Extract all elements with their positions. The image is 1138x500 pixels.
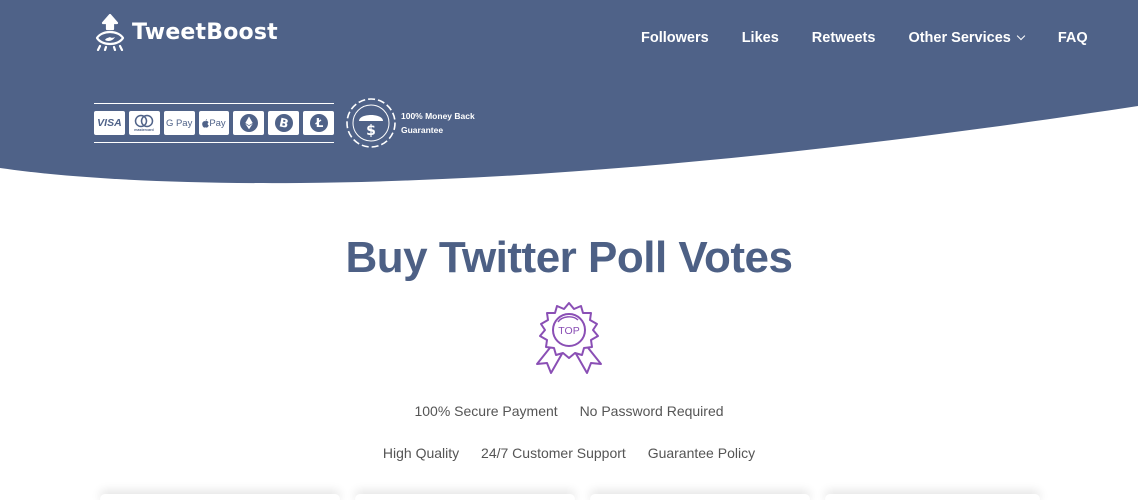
guarantee-line-1: 100% Money Back [401, 111, 475, 121]
nav-item-likes[interactable]: Likes [742, 30, 779, 46]
nav-item-other-services[interactable]: Other Services [908, 30, 1026, 46]
svg-text:Ł: Ł [314, 116, 323, 130]
feature-high-quality: High Quality [382, 445, 460, 461]
main-nav: Followers Likes Retweets Other Services … [641, 30, 1088, 46]
apple-pay-icon: Pay [198, 111, 230, 135]
brand-name: TweetBoost [132, 19, 278, 45]
payment-methods: VISA mastercard G Pay Pay B Ł [94, 103, 335, 143]
package-card [355, 494, 575, 500]
chevron-down-icon [1016, 31, 1026, 41]
nav-item-followers[interactable]: Followers [641, 30, 709, 46]
shield-dollar-icon: $ [346, 98, 396, 148]
svg-text:mastercard: mastercard [135, 128, 154, 132]
nav-item-faq[interactable]: FAQ [1058, 30, 1088, 46]
litecoin-icon: Ł [303, 111, 335, 135]
feature-no-password: No Password Required [579, 403, 724, 419]
package-card [100, 494, 340, 500]
features-row-1: 100% Secure Payment No Password Required [0, 403, 1138, 419]
logo[interactable]: TweetBoost [94, 13, 278, 51]
svg-text:$: $ [366, 123, 376, 139]
nav-item-retweets[interactable]: Retweets [812, 30, 876, 46]
mastercard-icon: mastercard [128, 111, 160, 135]
ethereum-icon [233, 111, 265, 135]
package-card [590, 494, 810, 500]
nav-item-other-services-label: Other Services [908, 30, 1011, 46]
feature-secure-payment: 100% Secure Payment [414, 403, 558, 419]
badge-label: TOP [558, 325, 579, 337]
money-back-guarantee: $ 100% Money Back Guarantee [345, 97, 481, 149]
package-card [825, 494, 1040, 500]
bitcoin-icon: B [268, 111, 300, 135]
top-award-badge-icon: TOP [536, 302, 602, 374]
google-pay-icon: G Pay [163, 111, 195, 135]
visa-icon: VISA [94, 111, 125, 135]
feature-customer-support: 24/7 Customer Support [481, 445, 626, 461]
apple-pay-label: Pay [209, 117, 226, 129]
logo-icon [95, 13, 125, 51]
feature-guarantee-policy: Guarantee Policy [647, 445, 756, 461]
features-row-2: High Quality 24/7 Customer Support Guara… [0, 445, 1138, 461]
guarantee-line-2: Guarantee [401, 125, 444, 135]
page-title: Buy Twitter Poll Votes [345, 233, 793, 282]
